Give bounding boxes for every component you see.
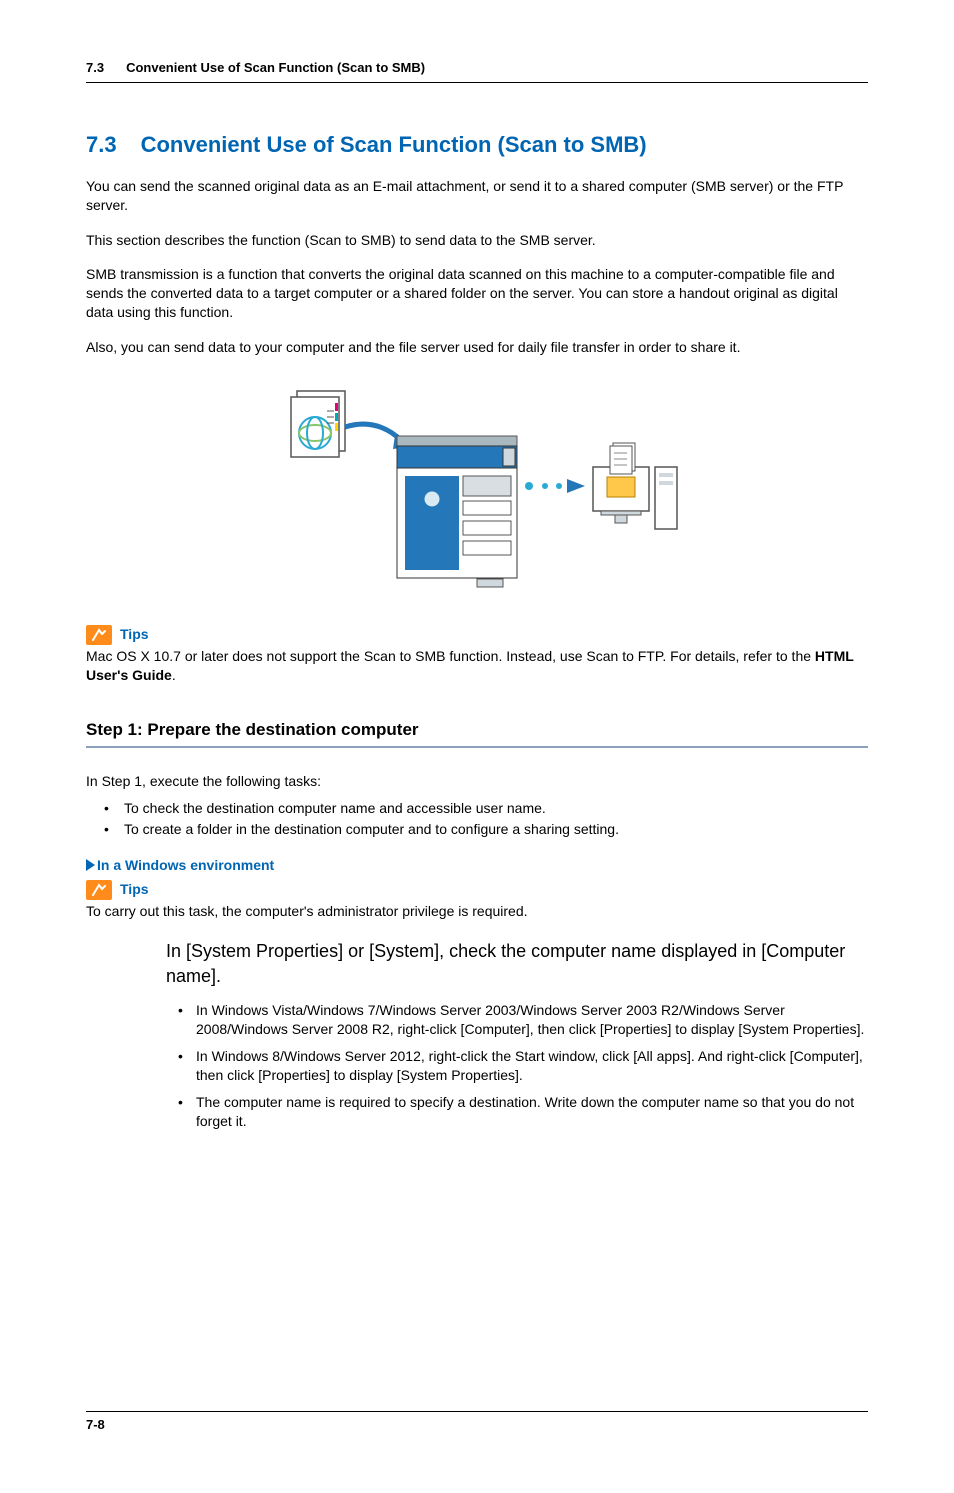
tips-1-text-a: Mac OS X 10.7 or later does not support … xyxy=(86,648,815,664)
paragraph-4: Also, you can send data to your computer… xyxy=(86,338,868,357)
section-name: Convenient Use of Scan Function (Scan to… xyxy=(141,131,647,159)
step1-bullets: To check the destination computer name a… xyxy=(86,799,868,839)
triangle-right-icon xyxy=(86,859,95,871)
tips-1-text-c: . xyxy=(172,667,176,683)
scan-to-smb-diagram xyxy=(86,381,868,601)
step1-bullet-0: To check the destination computer name a… xyxy=(86,799,868,818)
nested-bullets: In Windows Vista/Windows 7/Windows Serve… xyxy=(166,1001,868,1130)
tips-2-label: Tips xyxy=(120,881,149,899)
step1-intro: In Step 1, execute the following tasks: xyxy=(86,772,868,791)
nested-bullet-2: The computer name is required to specify… xyxy=(166,1093,868,1131)
step-instruction: In [System Properties] or [System], chec… xyxy=(166,939,868,989)
tips-icon xyxy=(86,880,112,900)
nested-bullet-0: In Windows Vista/Windows 7/Windows Serve… xyxy=(166,1001,868,1039)
section-title: 7.3 Convenient Use of Scan Function (Sca… xyxy=(86,131,868,159)
tips-2-row: Tips xyxy=(86,880,868,900)
tips-1-label: Tips xyxy=(120,626,149,644)
windows-subheading: In a Windows environment xyxy=(86,857,868,875)
step1-heading: Step 1: Prepare the destination computer xyxy=(86,719,868,748)
paragraph-1: You can send the scanned original data a… xyxy=(86,177,868,215)
header-title: Convenient Use of Scan Function (Scan to… xyxy=(126,60,425,76)
section-number: 7.3 xyxy=(86,131,117,159)
tips-1-text: Mac OS X 10.7 or later does not support … xyxy=(86,647,868,685)
page-footer: 7-8 xyxy=(86,1411,868,1433)
page-number: 7-8 xyxy=(86,1417,105,1432)
running-header: 7.3 Convenient Use of Scan Function (Sca… xyxy=(86,60,868,83)
nested-bullet-1: In Windows 8/Windows Server 2012, right-… xyxy=(166,1047,868,1085)
paragraph-3: SMB transmission is a function that conv… xyxy=(86,265,868,322)
paragraph-2: This section describes the function (Sca… xyxy=(86,231,868,250)
header-number: 7.3 xyxy=(86,60,104,76)
tips-1-row: Tips xyxy=(86,625,868,645)
step1-bullet-1: To create a folder in the destination co… xyxy=(86,820,868,839)
tips-2-text: To carry out this task, the computer's a… xyxy=(86,902,868,921)
tips-icon xyxy=(86,625,112,645)
windows-subheading-text: In a Windows environment xyxy=(97,857,274,875)
